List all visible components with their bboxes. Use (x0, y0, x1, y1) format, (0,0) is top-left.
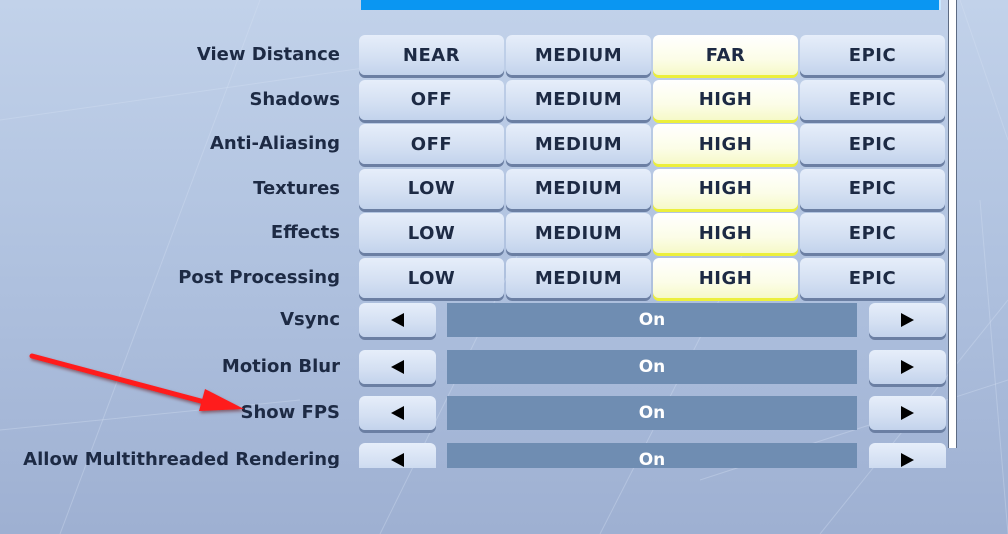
scrollbar[interactable] (948, 0, 957, 448)
option-button-epic[interactable]: EPIC (800, 168, 945, 209)
previous-value-button[interactable] (359, 303, 436, 337)
setting-value: On (447, 442, 857, 468)
arrow-right-icon (901, 452, 914, 467)
setting-label: Effects (270, 222, 340, 244)
arrow-left-icon (391, 313, 404, 327)
setting-row-show-fps: Show FPS On (0, 396, 948, 436)
option-button-high[interactable]: HIGH (653, 213, 798, 254)
option-button-near[interactable]: NEAR (359, 35, 504, 75)
option-button-medium[interactable]: MEDIUM (506, 213, 651, 254)
option-button-epic[interactable]: EPIC (800, 213, 945, 254)
previous-value-button[interactable] (359, 396, 436, 430)
setting-row-post-processing: Post Processing LOW MEDIUM HIGH EPIC (0, 258, 948, 298)
setting-label: Post Processing (178, 267, 340, 288)
setting-value: On (447, 349, 857, 384)
option-button-far[interactable]: FAR (653, 35, 798, 75)
setting-label: Textures (253, 177, 340, 199)
setting-row-shadows: Shadows OFF MEDIUM HIGH EPIC (0, 79, 948, 120)
option-button-off[interactable]: OFF (359, 79, 504, 120)
setting-row-motion-blur: Motion Blur On (0, 349, 948, 390)
setting-row-view-distance: View Distance NEAR MEDIUM FAR EPIC (0, 35, 948, 75)
setting-value: On (447, 396, 857, 430)
setting-row-allow-multithreaded-rendering: Allow Multithreaded Rendering On (0, 442, 948, 469)
setting-label: Anti-Aliasing (210, 133, 340, 155)
option-button-high[interactable]: HIGH (653, 258, 798, 298)
setting-label: Show FPS (240, 402, 341, 423)
option-button-epic[interactable]: EPIC (800, 124, 945, 165)
option-button-high[interactable]: HIGH (653, 168, 798, 209)
option-button-low[interactable]: LOW (359, 258, 504, 298)
setting-row-vsync: Vsync On (0, 303, 948, 343)
setting-label: Motion Blur (221, 355, 340, 377)
next-value-button[interactable] (869, 303, 946, 337)
option-button-high[interactable]: HIGH (653, 124, 798, 165)
setting-label: View Distance (196, 44, 340, 65)
setting-label: Allow Multithreaded Rendering (23, 448, 340, 469)
setting-label: Vsync (280, 309, 340, 330)
option-button-medium[interactable]: MEDIUM (506, 258, 651, 298)
arrow-left-icon (391, 359, 404, 374)
option-button-off[interactable]: OFF (359, 124, 504, 165)
setting-row-textures: Textures LOW MEDIUM HIGH EPIC (0, 168, 948, 209)
setting-row-effects: Effects LOW MEDIUM HIGH EPIC (0, 213, 948, 254)
option-button-low[interactable]: LOW (359, 168, 504, 209)
settings-list: View Distance NEAR MEDIUM FAR EPIC Shadows OFF… (0, 0, 948, 468)
next-value-button[interactable] (869, 396, 946, 430)
arrow-left-icon (391, 406, 404, 420)
option-button-medium[interactable]: MEDIUM (506, 124, 651, 165)
option-button-epic[interactable]: EPIC (800, 258, 945, 298)
arrow-right-icon (901, 406, 914, 420)
setting-value: On (447, 303, 857, 337)
arrow-right-icon (901, 313, 914, 327)
previous-value-button[interactable] (359, 349, 436, 384)
next-value-button[interactable] (869, 349, 946, 384)
option-button-epic[interactable]: EPIC (800, 79, 945, 120)
setting-row-anti-aliasing: Anti-Aliasing OFF MEDIUM HIGH EPIC (0, 124, 948, 165)
arrow-left-icon (391, 452, 404, 467)
setting-label: Shadows (249, 88, 340, 110)
option-button-medium[interactable]: MEDIUM (506, 35, 651, 75)
arrow-right-icon (901, 359, 914, 374)
option-button-medium[interactable]: MEDIUM (506, 79, 651, 120)
option-button-high[interactable]: HIGH (653, 79, 798, 120)
option-button-medium[interactable]: MEDIUM (506, 168, 651, 209)
previous-value-button[interactable] (359, 442, 436, 468)
option-button-epic[interactable]: EPIC (800, 35, 945, 75)
next-value-button[interactable] (869, 442, 946, 468)
option-button-low[interactable]: LOW (359, 213, 504, 254)
